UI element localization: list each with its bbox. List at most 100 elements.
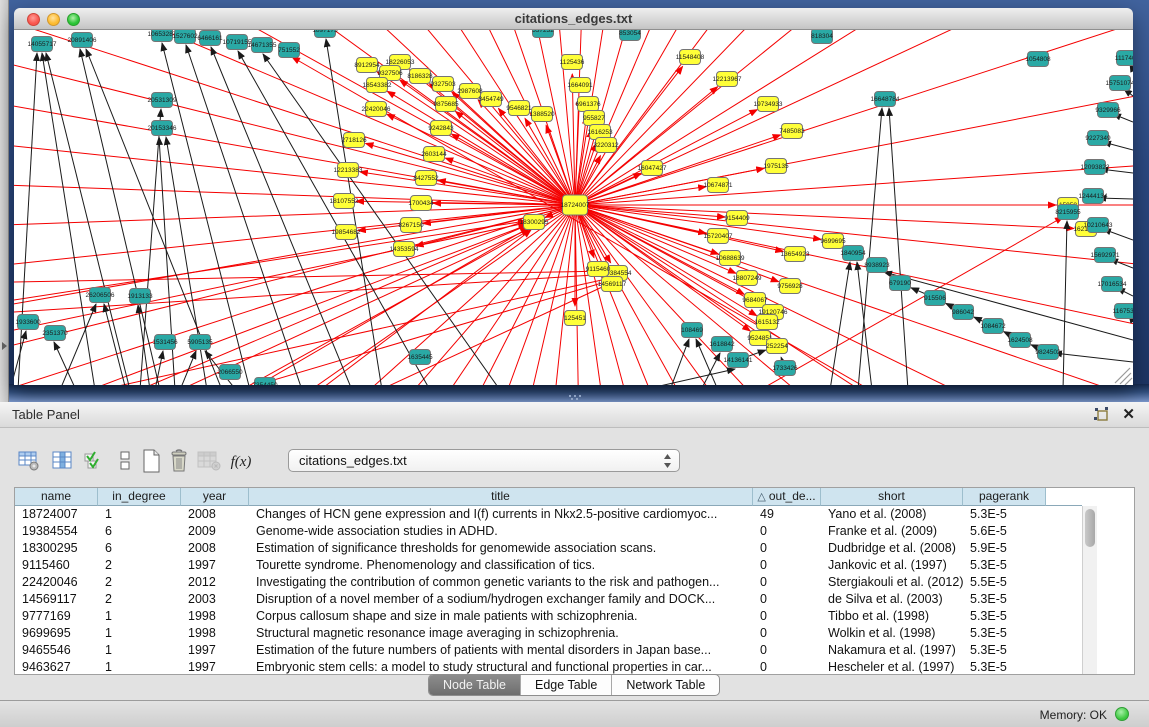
table-row[interactable]: 977716911998Corpus callosum shape and si… <box>15 608 1046 625</box>
graph-node[interactable]: 11548408 <box>676 50 705 65</box>
graph-node[interactable]: 2351370 <box>42 326 68 341</box>
graph-node[interactable]: 751552 <box>278 43 300 58</box>
graph-node[interactable]: 9115460 <box>586 262 611 277</box>
column-visibility-icon[interactable] <box>50 449 76 475</box>
graph-node[interactable]: 1933600 <box>15 315 41 330</box>
graph-node[interactable]: 17016534 <box>1098 277 1127 292</box>
graph-node[interactable]: 9154409 <box>724 211 750 226</box>
scrollbar-thumb[interactable] <box>1085 509 1095 547</box>
graph-node[interactable]: 12093822 <box>1081 160 1110 175</box>
graph-node[interactable]: 108469 <box>681 323 703 338</box>
graph-node[interactable]: 16047427 <box>638 161 667 176</box>
graph-node[interactable]: 14353594 <box>390 242 419 257</box>
table-selector-dropdown[interactable]: citations_edges.txt <box>288 449 680 472</box>
column-header-title[interactable]: title <box>249 488 753 506</box>
graph-node[interactable]: 14136141 <box>724 353 753 368</box>
graph-node[interactable]: 8186328 <box>407 69 433 84</box>
select-all-icon[interactable] <box>80 449 106 475</box>
table-row[interactable]: 969969511998Structural magnetic resonanc… <box>15 625 1046 642</box>
graph-node[interactable]: 9327503 <box>430 77 456 92</box>
network-canvas[interactable]: 1872400789129541822605393275061854338281… <box>14 30 1133 385</box>
graph-node[interactable]: 818304 <box>811 30 833 44</box>
graph-node[interactable]: 18807249 <box>733 271 762 286</box>
graph-node[interactable]: 15751074 <box>1106 76 1133 91</box>
graph-node[interactable]: 10688639 <box>716 251 745 266</box>
graph-node[interactable]: 1635445 <box>407 350 433 365</box>
graph-node[interactable]: 5905135 <box>187 335 213 350</box>
column-header-year[interactable]: year <box>181 488 249 506</box>
graph-node[interactable]: 1167534 <box>1113 304 1133 319</box>
graph-node[interactable]: 10210643 <box>1084 218 1113 233</box>
graph-node[interactable]: 15720407 <box>704 229 733 244</box>
graph-node[interactable]: 557232 <box>532 30 554 38</box>
graph-node[interactable]: 2603144 <box>421 147 447 162</box>
graph-node[interactable]: 8267150 <box>398 218 424 233</box>
graph-node[interactable]: 1664091 <box>567 78 593 93</box>
tab-node-table[interactable]: Node Table <box>429 675 521 695</box>
panel-splitter-grip[interactable] <box>568 395 582 401</box>
column-header-short[interactable]: short <box>821 488 963 506</box>
delete-table-icon[interactable] <box>166 449 192 475</box>
graph-node[interactable]: 6466161 <box>197 31 223 46</box>
graph-node[interactable]: 18107552 <box>330 194 359 209</box>
row-height-icon[interactable] <box>112 449 138 475</box>
table-vertical-scrollbar[interactable] <box>1082 506 1097 675</box>
graph-node[interactable]: 18300295 <box>520 215 549 230</box>
graph-node[interactable]: 14569117 <box>598 277 627 292</box>
close-panel-icon[interactable]: ✕ <box>1122 405 1135 423</box>
graph-node[interactable]: 986042 <box>952 305 974 320</box>
citation-network-graph[interactable]: 1872400789129541822605393275061854338281… <box>14 30 1133 385</box>
graph-node[interactable]: 1733426 <box>772 361 798 376</box>
graph-node[interactable]: 8215955 <box>1055 205 1081 220</box>
new-table-icon[interactable] <box>138 449 164 475</box>
graph-node[interactable]: 8912954 <box>354 58 380 73</box>
graph-node[interactable]: 252254 <box>766 339 788 354</box>
graph-node[interactable]: 1618842 <box>709 337 735 352</box>
graph-node[interactable]: 2066550 <box>217 365 243 380</box>
graph-node[interactable]: 9242843 <box>428 121 454 136</box>
graph-node[interactable]: 20531309 <box>148 93 177 108</box>
table-row[interactable]: 1938455462009Genome-wide association stu… <box>15 523 1046 540</box>
table-row[interactable]: 1456911722003Disruption of a novel membe… <box>15 591 1046 608</box>
graph-node[interactable]: 1615132 <box>754 315 780 330</box>
graph-node[interactable]: 1897175 <box>312 30 338 38</box>
table-settings-icon[interactable] <box>16 449 42 475</box>
collapsed-control-panel-strip[interactable] <box>0 0 9 402</box>
table-row[interactable]: 911546021997Tourette syndrome. Phenomeno… <box>15 557 1046 574</box>
graph-node[interactable]: 8938923 <box>864 258 890 273</box>
graph-node[interactable]: 955827 <box>583 111 605 126</box>
graph-node[interactable]: 2718126 <box>341 133 367 148</box>
column-header-name[interactable]: name <box>15 488 98 506</box>
graph-node[interactable]: 9329966 <box>1095 103 1121 118</box>
graph-node[interactable]: 1913133 <box>127 289 153 304</box>
table-row[interactable]: 2242004622012Investigating the contribut… <box>15 574 1046 591</box>
graph-node[interactable]: 13654923 <box>781 247 810 262</box>
tab-network-table[interactable]: Network Table <box>612 675 719 695</box>
graph-node[interactable]: 1084672 <box>980 319 1006 334</box>
graph-node[interactable]: 125451 <box>564 311 586 326</box>
graph-node[interactable]: 20153346 <box>148 121 177 136</box>
graph-node[interactable]: 26206506 <box>86 288 115 303</box>
float-panel-icon[interactable] <box>1094 407 1109 421</box>
graph-node[interactable]: 679190 <box>889 276 911 291</box>
graph-node[interactable]: 16648784 <box>871 92 900 107</box>
graph-node[interactable]: 1388520 <box>529 107 555 122</box>
graph-node[interactable]: 1531456 <box>152 335 178 350</box>
graph-node[interactable]: 3220312 <box>593 138 619 153</box>
graph-node[interactable]: 1975135 <box>763 159 789 174</box>
graph-node[interactable]: 19854682 <box>332 225 361 240</box>
tab-edge-table[interactable]: Edge Table <box>521 675 612 695</box>
table-row[interactable]: 946554611997Estimation of the future num… <box>15 642 1046 659</box>
graph-node[interactable]: 8454749 <box>478 92 504 107</box>
graph-node[interactable]: 1117404 <box>1115 51 1133 66</box>
graph-node[interactable]: 9875685 <box>433 97 459 112</box>
graph-node[interactable]: 853054 <box>619 30 641 41</box>
graph-node[interactable]: 14055717 <box>28 37 57 52</box>
import-table-icon[interactable] <box>196 449 222 475</box>
graph-node[interactable]: 9824502 <box>1035 345 1061 360</box>
graph-node-hub[interactable]: 18724007 <box>561 195 590 215</box>
graph-node[interactable]: 14671355 <box>248 38 277 53</box>
graph-node[interactable]: 8427552 <box>413 171 439 186</box>
graph-node[interactable]: 7354450 <box>252 378 278 386</box>
graph-node[interactable]: 10674871 <box>704 178 733 193</box>
